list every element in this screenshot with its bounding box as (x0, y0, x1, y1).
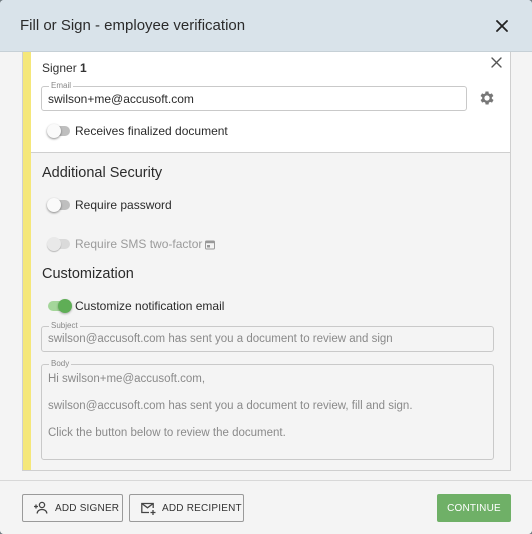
add-person-icon (34, 501, 48, 514)
toggle-knob (58, 299, 72, 313)
signer-panel: Signer 1 Email swilson+me@accusoft.com R… (22, 52, 511, 471)
email-legend: Email (49, 81, 74, 91)
toggle-knob (47, 237, 61, 251)
signer-accent-bar (23, 52, 31, 470)
gear-icon[interactable] (478, 89, 496, 107)
body-legend: Body (49, 359, 72, 369)
receives-finalized-toggle[interactable] (47, 124, 70, 138)
require-password-label: Require password (75, 198, 172, 212)
customize-email-toggle[interactable] (48, 299, 72, 313)
require-sms-toggle[interactable] (47, 237, 70, 251)
info-card-icon[interactable] (205, 240, 215, 250)
customization-title: Customization (42, 266, 134, 282)
dialog-title: Fill or Sign - employee verification (20, 17, 246, 34)
mail-plus-icon (141, 502, 156, 515)
add-recipient-button[interactable]: ADD RECIPIENT (129, 494, 244, 522)
email-value: swilson+me@accusoft.com (48, 92, 194, 106)
continue-button[interactable]: CONTINUE (437, 494, 511, 522)
add-signer-label: ADD SIGNER (55, 502, 120, 514)
signer-card: Signer 1 Email swilson+me@accusoft.com R… (31, 52, 510, 153)
signer-heading: Signer 1 (42, 61, 87, 75)
receives-finalized-label: Receives finalized document (75, 124, 228, 138)
email-field[interactable]: Email swilson+me@accusoft.com (41, 81, 467, 111)
subject-legend: Subject (49, 321, 80, 331)
body-field[interactable]: Body Hi swilson+me@accusoft.com, swilson… (41, 359, 494, 460)
require-password-toggle[interactable] (47, 198, 70, 212)
require-sms-label: Require SMS two-factor (75, 237, 203, 251)
customize-email-label: Customize notification email (75, 299, 225, 313)
signer-label-prefix: Signer (42, 61, 77, 75)
toggle-knob (47, 124, 61, 138)
close-icon (490, 56, 502, 68)
toggle-knob (47, 198, 61, 212)
close-icon (496, 20, 508, 32)
signer-number: 1 (80, 61, 87, 75)
body-line-instruction: Click the button below to review the doc… (48, 427, 286, 439)
additional-security-title: Additional Security (42, 165, 163, 181)
subject-field[interactable]: Subject swilson@accusoft.com has sent yo… (41, 321, 494, 352)
remove-signer-button[interactable] (488, 54, 504, 70)
dialog-close-button[interactable] (490, 14, 514, 38)
body-line-message: swilson@accusoft.com has sent you a docu… (48, 400, 413, 412)
add-recipient-label: ADD RECIPIENT (162, 502, 242, 514)
body-line-greeting: Hi swilson+me@accusoft.com, (48, 373, 206, 385)
dialog-footer: ADD SIGNER ADD RECIPIENT CONTINUE (0, 480, 532, 534)
dialog-header: Fill or Sign - employee verification (0, 0, 532, 52)
subject-value: swilson@accusoft.com has sent you a docu… (48, 333, 393, 345)
add-signer-button[interactable]: ADD SIGNER (22, 494, 123, 522)
fill-or-sign-dialog: Fill or Sign - employee verification Sig… (0, 0, 532, 534)
continue-label: CONTINUE (447, 502, 501, 514)
